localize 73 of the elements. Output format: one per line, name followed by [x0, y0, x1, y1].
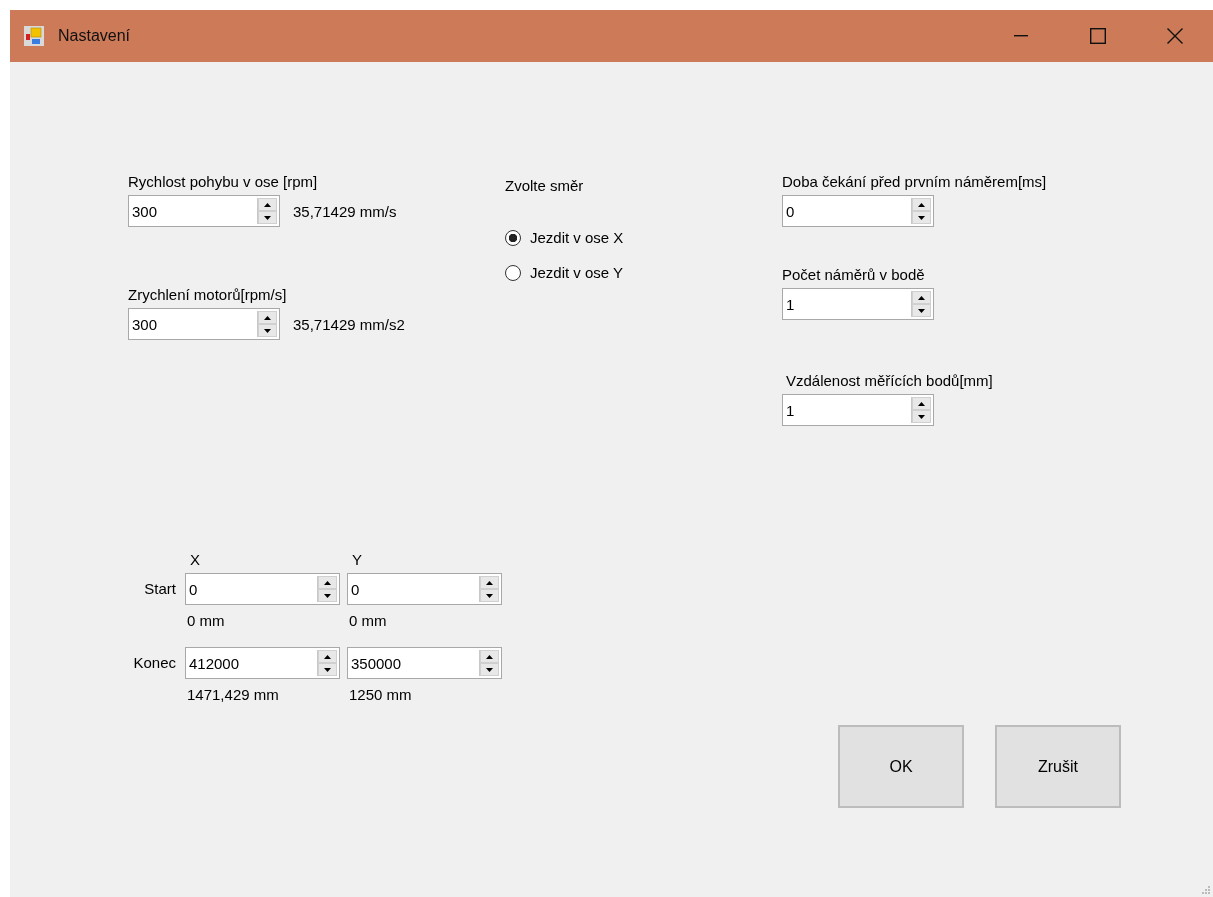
up-triangle-icon — [264, 202, 271, 207]
distance-reading: 0 mm — [187, 611, 226, 631]
maximize-icon — [1089, 28, 1106, 44]
spin-up-button[interactable] — [318, 576, 337, 589]
distance-reading: 1471,429 mm — [187, 685, 280, 705]
field-label: Vzdálenost měřících bodů[mm] — [786, 371, 994, 391]
up-triangle-icon — [918, 295, 925, 300]
down-triangle-icon — [486, 667, 493, 672]
spin-box[interactable]: 1 — [782, 394, 934, 426]
spin-box[interactable]: 0 — [347, 573, 502, 605]
radio-label: Jezdit v ose Y — [530, 264, 624, 281]
field-label: Rychlost pohybu v ose [rpm] — [128, 172, 319, 192]
spin-box[interactable]: 300 — [128, 308, 280, 340]
down-triangle-icon — [918, 215, 925, 220]
dialog-button[interactable]: Zrušit — [995, 725, 1121, 808]
radio-button[interactable] — [505, 264, 521, 281]
spin-up-button[interactable] — [258, 311, 277, 324]
down-triangle-icon — [486, 593, 493, 598]
spin-box[interactable]: 0 — [782, 195, 934, 227]
column-header: X — [189, 550, 201, 570]
minimize-icon — [1013, 35, 1028, 37]
spin-down-button[interactable] — [912, 304, 931, 317]
down-triangle-icon — [264, 215, 271, 220]
spin-up-button[interactable] — [912, 397, 931, 410]
down-triangle-icon — [264, 328, 271, 333]
spin-up-button[interactable] — [480, 650, 499, 663]
spin-box[interactable]: 300 — [128, 195, 280, 227]
row-label: Start — [143, 579, 177, 599]
down-triangle-icon — [324, 593, 331, 598]
up-triangle-icon — [918, 401, 925, 406]
acceleration-reading: 35,71429 mm/s2 — [293, 315, 405, 333]
spin-down-button[interactable] — [318, 589, 337, 602]
dialog-button[interactable]: OK — [838, 725, 964, 808]
spin-up-button[interactable] — [912, 198, 931, 211]
spin-down-button[interactable] — [912, 211, 931, 224]
spin-up-button[interactable] — [258, 198, 277, 211]
spin-box[interactable]: 1 — [782, 288, 934, 320]
field-label: Počet náměrů v bodě — [782, 265, 926, 285]
spin-box[interactable]: 0 — [185, 573, 340, 605]
distance-reading: 1250 mm — [349, 685, 413, 705]
distance-reading: 0 mm — [349, 611, 388, 631]
up-triangle-icon — [324, 654, 331, 659]
spin-down-button[interactable] — [318, 663, 337, 676]
spin-up-button[interactable] — [318, 650, 337, 663]
up-triangle-icon — [486, 580, 493, 585]
group-title: Zvolte směr — [505, 176, 585, 196]
field-label: Zrychlení motorů[rpm/s] — [128, 285, 288, 305]
spin-down-button[interactable] — [480, 589, 499, 602]
spin-down-button[interactable] — [258, 324, 277, 337]
radio-button[interactable] — [505, 229, 521, 246]
radio-label: Jezdit v ose X — [530, 229, 624, 246]
spin-down-button[interactable] — [258, 211, 277, 224]
up-triangle-icon — [918, 202, 925, 207]
up-triangle-icon — [264, 315, 271, 320]
resize-grip-icon — [1202, 886, 1210, 894]
spin-box[interactable]: 350000 — [347, 647, 502, 679]
column-header: Y — [351, 550, 363, 570]
spin-box[interactable]: 412000 — [185, 647, 340, 679]
spin-up-button[interactable] — [912, 291, 931, 304]
down-triangle-icon — [324, 667, 331, 672]
speed-reading: 35,71429 mm/s — [293, 202, 397, 220]
app-icon — [24, 26, 44, 46]
up-triangle-icon — [324, 580, 331, 585]
spin-down-button[interactable] — [480, 663, 499, 676]
down-triangle-icon — [918, 308, 925, 313]
window-title: Nastavení — [58, 27, 131, 45]
down-triangle-icon — [918, 414, 925, 419]
up-triangle-icon — [486, 654, 493, 659]
row-label: Konec — [132, 653, 177, 673]
field-label: Doba čekání před prvním náměrem[ms] — [782, 172, 1047, 192]
spin-up-button[interactable] — [480, 576, 499, 589]
spin-down-button[interactable] — [912, 410, 931, 423]
close-icon — [1166, 28, 1183, 44]
